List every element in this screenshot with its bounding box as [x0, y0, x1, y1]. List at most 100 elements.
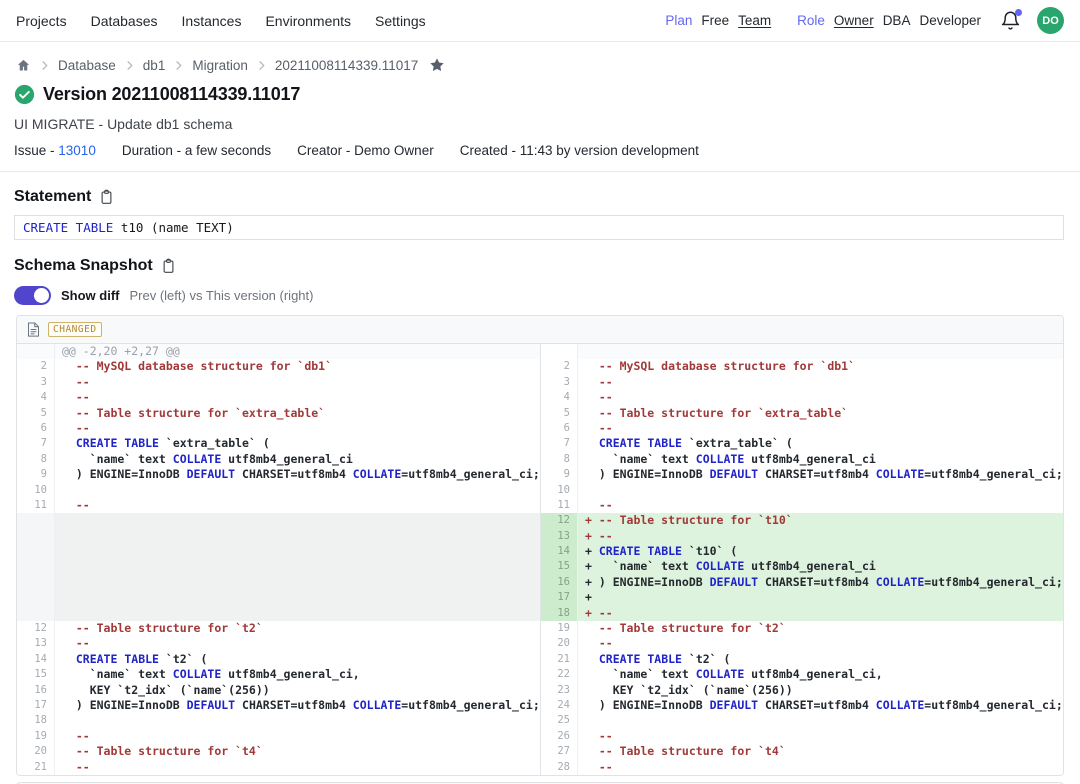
- diff-row: 7 CREATE TABLE `extra_table` (7 CREATE T…: [17, 436, 1063, 451]
- sql-rest: t10 (name TEXT): [113, 220, 233, 235]
- line-number: 12: [540, 513, 578, 528]
- line-number: 25: [540, 713, 578, 728]
- diff-row: 17 ) ENGINE=InnoDB DEFAULT CHARSET=utf8m…: [17, 698, 1063, 713]
- breadcrumb-item-version[interactable]: 20211008114339.11017: [275, 58, 418, 73]
- code-line: CREATE TABLE `extra_table` (: [578, 436, 1063, 451]
- diff-row: 6 --6 --: [17, 421, 1063, 436]
- breadcrumb-item-migration[interactable]: Migration: [192, 58, 248, 73]
- nav-item-settings[interactable]: Settings: [375, 13, 426, 29]
- line-number: 4: [17, 390, 55, 405]
- plan-label: Plan: [665, 13, 692, 28]
- show-diff-toggle[interactable]: [14, 286, 51, 305]
- diff-row: 17+: [17, 590, 1063, 605]
- code-line: -- MySQL database structure for `db1`: [578, 359, 1063, 374]
- line-number: 15: [17, 667, 55, 682]
- nav-item-databases[interactable]: Databases: [91, 13, 158, 29]
- breadcrumb-item-db1[interactable]: db1: [143, 58, 166, 73]
- statement-sql: CREATE TABLE t10 (name TEXT): [14, 215, 1064, 240]
- line-number: 28: [540, 760, 578, 775]
- code-line: [55, 529, 540, 544]
- copy-snapshot-button[interactable]: [161, 258, 176, 274]
- code-line: @@ -2,20 +2,27 @@: [55, 344, 540, 359]
- code-line: [578, 483, 1063, 498]
- breadcrumb: Database db1 Migration 20211008114339.11…: [0, 42, 1080, 74]
- issue-link[interactable]: 13010: [58, 143, 96, 158]
- avatar[interactable]: DO: [1037, 7, 1064, 34]
- line-number: 4: [540, 390, 578, 405]
- nav-item-projects[interactable]: Projects: [16, 13, 67, 29]
- code-line: --: [578, 760, 1063, 775]
- code-line: --: [578, 421, 1063, 436]
- code-line: + ) ENGINE=InnoDB DEFAULT CHARSET=utf8mb…: [578, 575, 1063, 590]
- line-number: [17, 544, 55, 559]
- copy-statement-button[interactable]: [99, 189, 114, 205]
- diff-row: 16 KEY `t2_idx` (`name`(256))23 KEY `t2_…: [17, 683, 1063, 698]
- code-line: [55, 590, 540, 605]
- diff-row: 12 -- Table structure for `t2`19 -- Tabl…: [17, 621, 1063, 636]
- line-number: 17: [540, 590, 578, 605]
- code-line: ) ENGINE=InnoDB DEFAULT CHARSET=utf8mb4 …: [55, 698, 540, 713]
- diff-row: 14+ CREATE TABLE `t10` (: [17, 544, 1063, 559]
- line-number: [17, 513, 55, 528]
- code-line: ) ENGINE=InnoDB DEFAULT CHARSET=utf8mb4 …: [578, 698, 1063, 713]
- line-number: 2: [17, 359, 55, 374]
- diff-row: 20 -- Table structure for `t4`27 -- Tabl…: [17, 744, 1063, 759]
- nav-item-instances[interactable]: Instances: [182, 13, 242, 29]
- line-number: 5: [17, 406, 55, 421]
- code-line: -- Table structure for `extra_table`: [55, 406, 540, 421]
- notification-bell-button[interactable]: [1000, 10, 1022, 32]
- code-line: + --: [578, 529, 1063, 544]
- line-number: 3: [17, 375, 55, 390]
- diff-body: @@ -2,20 +2,27 @@2 -- MySQL database str…: [17, 344, 1063, 775]
- show-diff-label: Show diff: [61, 288, 120, 303]
- line-number: 6: [17, 421, 55, 436]
- line-number: 10: [17, 483, 55, 498]
- line-number: 20: [17, 744, 55, 759]
- line-number: 19: [17, 729, 55, 744]
- upgrade-team-link[interactable]: Team: [738, 13, 771, 28]
- code-line: --: [578, 498, 1063, 513]
- diff-row: 8 `name` text COLLATE utf8mb4_general_ci…: [17, 452, 1063, 467]
- code-line: [55, 513, 540, 528]
- code-line: [55, 575, 540, 590]
- code-line: `name` text COLLATE utf8mb4_general_ci,: [55, 667, 540, 682]
- diff-row: 3 --3 --: [17, 375, 1063, 390]
- line-number: 9: [17, 467, 55, 482]
- version-header: Version 20211008114339.11017: [0, 74, 1080, 105]
- breadcrumb-item-database[interactable]: Database: [58, 58, 116, 73]
- code-line: + `name` text COLLATE utf8mb4_general_ci: [578, 559, 1063, 574]
- page-title: Version 20211008114339.11017: [43, 84, 300, 105]
- version-meta: Issue - 13010 Duration - a few seconds C…: [0, 132, 1080, 171]
- role-owner-link[interactable]: Owner: [834, 13, 874, 28]
- line-number: 24: [540, 698, 578, 713]
- duration-meta: Duration - a few seconds: [122, 143, 271, 158]
- schema-diff-viewer: CHANGED @@ -2,20 +2,27 @@2 -- MySQL data…: [16, 315, 1064, 776]
- diff-row: 14 CREATE TABLE `t2` (21 CREATE TABLE `t…: [17, 652, 1063, 667]
- code-line: --: [55, 498, 540, 513]
- clipboard-icon: [99, 189, 114, 205]
- diff-row: 2 -- MySQL database structure for `db1`2…: [17, 359, 1063, 374]
- code-line: --: [55, 390, 540, 405]
- code-line: `name` text COLLATE utf8mb4_general_ci,: [578, 667, 1063, 682]
- role-label: Role: [797, 13, 825, 28]
- code-line: -- Table structure for `t4`: [55, 744, 540, 759]
- code-line: -- Table structure for `t2`: [578, 621, 1063, 636]
- line-number: 20: [540, 636, 578, 651]
- line-number: 7: [540, 436, 578, 451]
- diff-orientation-hint: Prev (left) vs This version (right): [130, 288, 314, 303]
- code-line: + --: [578, 606, 1063, 621]
- line-number: [17, 344, 55, 359]
- line-number: [17, 529, 55, 544]
- line-number: 2: [540, 359, 578, 374]
- code-line: + CREATE TABLE `t10` (: [578, 544, 1063, 559]
- line-number: [17, 590, 55, 605]
- code-line: [578, 344, 1063, 359]
- plan-value: Free: [701, 13, 729, 28]
- code-line: ) ENGINE=InnoDB DEFAULT CHARSET=utf8mb4 …: [55, 467, 540, 482]
- code-line: [55, 559, 540, 574]
- code-line: --: [55, 760, 540, 775]
- line-number: [17, 606, 55, 621]
- home-icon[interactable]: [16, 58, 31, 73]
- nav-item-environments[interactable]: Environments: [265, 13, 351, 29]
- favorite-star-icon[interactable]: [429, 57, 445, 73]
